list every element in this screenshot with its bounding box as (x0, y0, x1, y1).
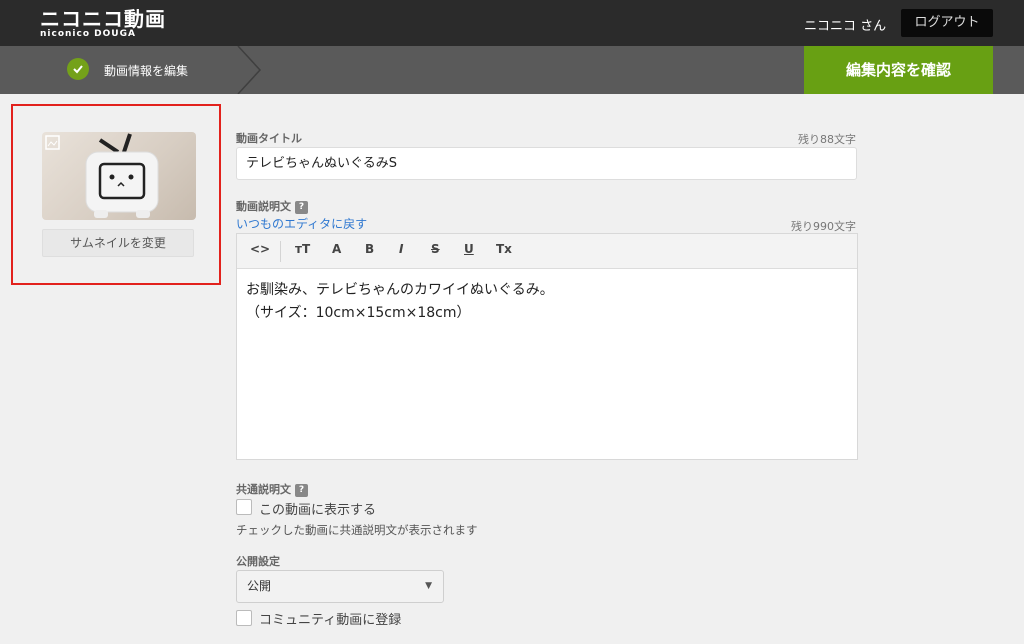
community-checkbox[interactable] (236, 610, 252, 626)
title-remaining-count: 残り88文字 (798, 133, 856, 146)
clear-format-icon[interactable]: Tx (496, 242, 512, 256)
common-desc-label: 共通説明文 (236, 483, 291, 496)
description-text[interactable]: お馴染み、テレビちゃんのカワイイぬいぐるみ。 （サイズ：10cm×15cm×18… (246, 279, 554, 325)
step-label-edit: 動画情報を編集 (104, 64, 189, 78)
confirm-edit-button[interactable]: 編集内容を確認 (804, 46, 993, 94)
check-icon (67, 58, 89, 80)
description-remaining-count: 残り990文字 (791, 220, 856, 233)
show-common-desc-label[interactable]: この動画に表示する (259, 499, 376, 518)
back-to-usual-editor-link[interactable]: いつものエディタに戻す (236, 215, 367, 232)
underline-icon[interactable]: U (464, 242, 474, 256)
font-size-icon[interactable]: тT (295, 242, 310, 256)
description-label-wrap: 動画説明文? (236, 198, 308, 214)
title-input[interactable]: テレビちゃんぬいぐるみS (236, 147, 857, 180)
visibility-value: 公開 (247, 579, 272, 593)
step-arrow-icon (237, 46, 262, 94)
chevron-down-icon: ▼ (425, 581, 432, 591)
description-line: お馴染み、テレビちゃんのカワイイぬいぐるみ。 (246, 282, 554, 298)
description-help-icon[interactable]: ? (295, 200, 308, 214)
description-label: 動画説明文 (236, 200, 291, 213)
username: ニコニコ さん (804, 19, 887, 34)
editor-toolbar: <> тT A B I S U Tx (237, 234, 857, 269)
common-desc-label-wrap: 共通説明文? (236, 481, 308, 497)
title-label: 動画タイトル (236, 132, 302, 145)
font-color-icon[interactable]: A (332, 242, 341, 256)
niconico-logo[interactable]: ニコニコ動画 niconico DOUGA (40, 9, 166, 39)
description-line: （サイズ：10cm×15cm×18cm） (246, 305, 471, 321)
source-code-icon[interactable]: <> (250, 242, 270, 256)
visibility-label: 公開設定 (236, 555, 280, 568)
strikethrough-icon[interactable]: S (431, 242, 440, 256)
thumbnail-panel: サムネイルを変更 (11, 104, 221, 285)
top-bar: ニコニコ動画 niconico DOUGA ニコニコ さん ログアウト (0, 0, 1024, 46)
italic-icon[interactable]: I (399, 242, 403, 256)
logout-button[interactable]: ログアウト (901, 9, 993, 37)
bold-icon[interactable]: B (365, 242, 374, 256)
tv-chan-plush-icon (45, 133, 159, 218)
common-desc-help-icon[interactable]: ? (295, 483, 308, 497)
common-desc-hint: チェックした動画に共通説明文が表示されます (236, 523, 478, 537)
step-bar: 動画情報を編集 編集内容を確認 (0, 46, 1024, 94)
toolbar-divider (280, 241, 281, 262)
logo-text: ニコニコ動画 (40, 7, 166, 31)
thumbnail-image[interactable] (42, 132, 196, 220)
description-editor[interactable]: <> тT A B I S U Tx お馴染み、テレビちゃんのカワイイぬいぐるみ… (236, 233, 858, 460)
community-checkbox-label[interactable]: コミュニティ動画に登録 (259, 609, 401, 628)
change-thumbnail-button[interactable]: サムネイルを変更 (42, 229, 194, 257)
show-common-desc-checkbox[interactable] (236, 499, 252, 515)
visibility-select[interactable]: 公開 ▼ (236, 570, 444, 603)
